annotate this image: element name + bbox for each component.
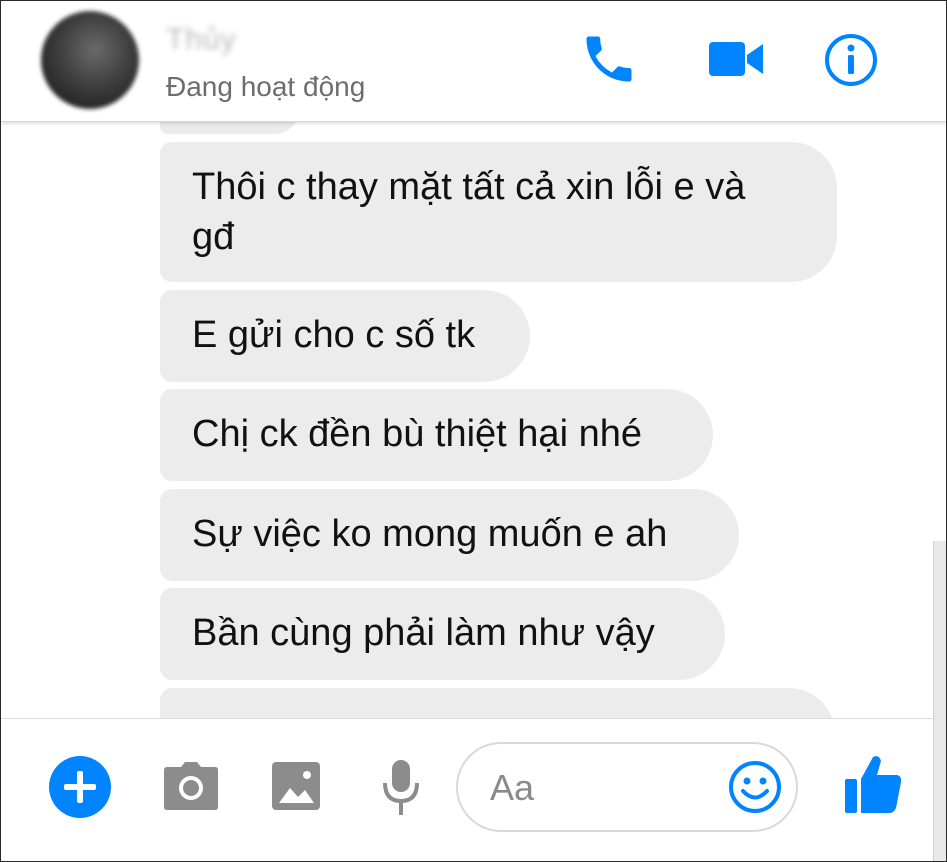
message-bubble[interactable]: Sự việc ko mong muốn e ah bbox=[160, 489, 739, 581]
message-bubble[interactable]: Thôi c thay mặt tất cả xin lỗi e và gđ bbox=[160, 142, 837, 282]
microphone-icon[interactable] bbox=[381, 759, 421, 822]
message-text: Thôi c thay mặt tất cả xin lỗi e và bbox=[192, 166, 746, 208]
message-text: Sự việc ko mong muốn e ah bbox=[192, 513, 668, 555]
message-bubble[interactable]: Chị ck đền bù thiệt hại nhé bbox=[160, 389, 713, 481]
phone-icon[interactable] bbox=[579, 29, 639, 94]
active-status: Đang hoạt động bbox=[166, 71, 366, 102]
message-text: Chị ck đền bù thiệt hại nhé bbox=[192, 413, 642, 455]
info-icon[interactable] bbox=[823, 32, 879, 93]
message-text: gđ bbox=[192, 216, 235, 258]
avatar[interactable] bbox=[41, 11, 139, 109]
messenger-window: Thủy Đang hoạt động Thôi c thay mặt tất … bbox=[0, 0, 947, 862]
message-text: Bần cùng phải làm như vậy bbox=[192, 612, 655, 654]
message-bubble-partial bbox=[160, 122, 300, 134]
message-bubble[interactable]: Bần cùng phải làm như vậy bbox=[160, 588, 725, 680]
image-icon[interactable] bbox=[271, 761, 321, 816]
message-input-box[interactable] bbox=[456, 742, 798, 832]
chat-header: Thủy Đang hoạt động bbox=[1, 1, 946, 122]
plus-icon[interactable] bbox=[48, 755, 112, 824]
like-icon[interactable] bbox=[843, 753, 903, 820]
scrollbar[interactable] bbox=[933, 541, 946, 861]
camera-icon[interactable] bbox=[163, 761, 219, 816]
message-bubble[interactable]: E gửi cho c số tk bbox=[160, 290, 530, 382]
video-icon[interactable] bbox=[707, 34, 765, 89]
message-text: E gửi cho c số tk bbox=[192, 314, 476, 356]
emoji-icon[interactable] bbox=[728, 760, 782, 819]
contact-name[interactable]: Thủy bbox=[166, 23, 237, 57]
message-input[interactable] bbox=[488, 762, 712, 814]
message-bubble-partial bbox=[160, 688, 835, 718]
composer-bar bbox=[1, 718, 946, 861]
message-list[interactable]: Thôi c thay mặt tất cả xin lỗi e và gđ E… bbox=[1, 122, 946, 718]
